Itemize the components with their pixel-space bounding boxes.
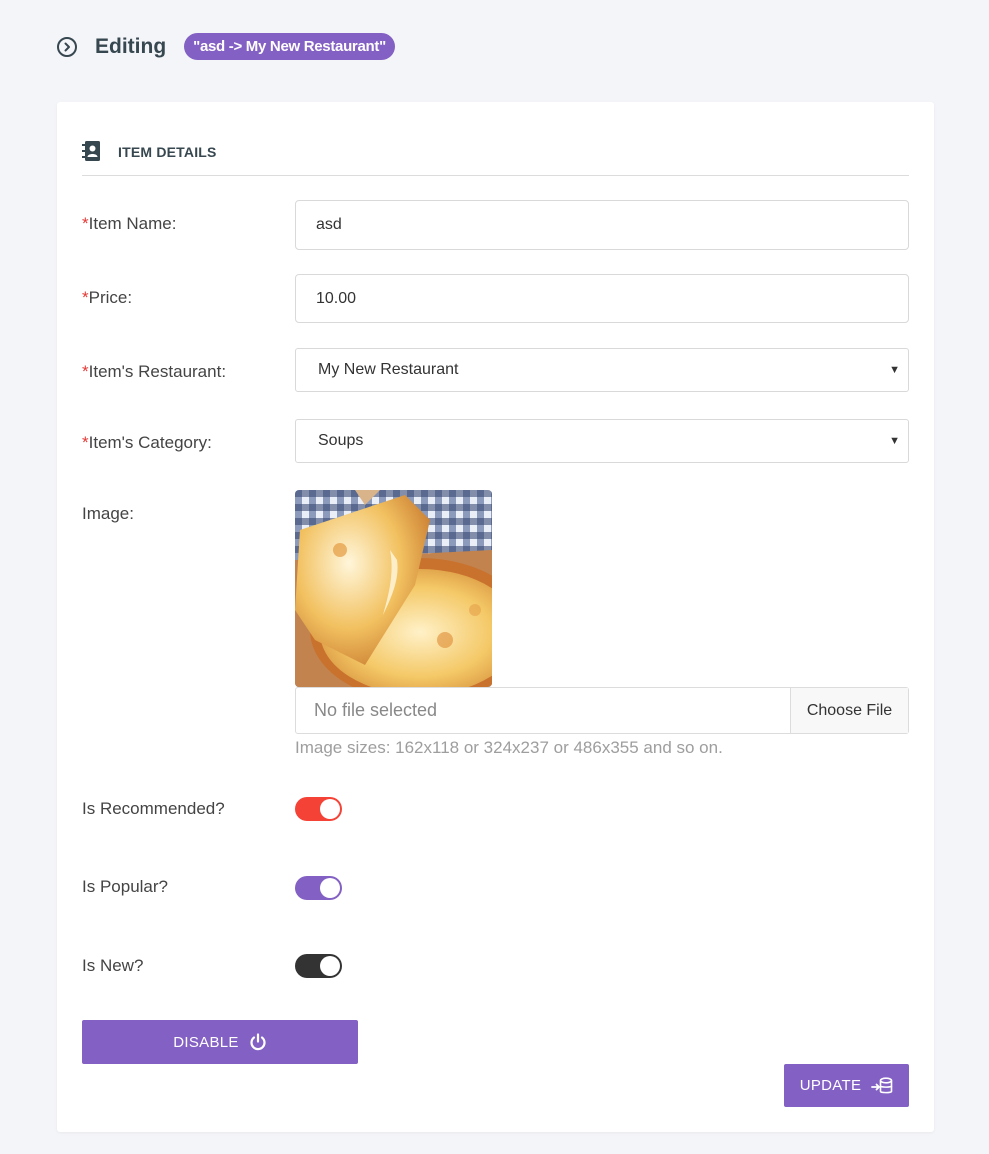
required-mark: * [82, 288, 89, 307]
popular-toggle[interactable] [295, 876, 342, 900]
toggle-knob [320, 878, 340, 898]
image-file-input[interactable]: No file selected Choose File [295, 687, 909, 734]
restaurant-label: *Item's Restaurant: [82, 362, 226, 382]
update-button[interactable]: UPDATE [784, 1064, 909, 1107]
price-input[interactable]: 10.00 [295, 274, 909, 323]
new-label: Is New? [82, 956, 144, 975]
category-label-text: Item's Category: [88, 433, 212, 452]
popular-label: Is Popular? [82, 877, 168, 896]
disable-button[interactable]: DISABLE [82, 1020, 358, 1064]
toggle-knob [320, 799, 340, 819]
section-title: ITEM DETAILS [118, 144, 217, 160]
file-status-text: No file selected [314, 700, 438, 720]
price-label: *Price: [82, 288, 132, 308]
disable-button-label: DISABLE [173, 1033, 239, 1051]
database-import-icon [871, 1076, 893, 1093]
required-mark: * [82, 214, 89, 233]
section-header: ITEM DETAILS [82, 140, 909, 176]
price-label-text: Price: [88, 288, 133, 307]
recommended-toggle[interactable] [295, 797, 342, 821]
image-size-hint: Image sizes: 162x118 or 324x237 or 486x3… [295, 738, 723, 757]
category-label: *Item's Category: [82, 433, 212, 453]
update-button-label: UPDATE [799, 1077, 862, 1094]
page-header: Editing "asd -> My New Restaurant" [57, 33, 395, 60]
choose-file-button[interactable]: Choose File [790, 688, 908, 733]
page-title: Editing [95, 34, 167, 58]
caret-down-icon: ▼ [889, 364, 900, 376]
chevron-right-circle-icon[interactable] [57, 36, 77, 57]
new-toggle[interactable] [295, 954, 342, 978]
toggle-knob [320, 956, 340, 976]
item-name-input[interactable]: asd [295, 200, 909, 250]
category-select-value: Soups [318, 432, 364, 449]
item-name-label: *Item Name: [82, 214, 176, 234]
restaurant-label-text: Item's Restaurant: [88, 362, 227, 381]
item-badge: "asd -> My New Restaurant" [184, 33, 395, 60]
item-details-card: ITEM DETAILS *Item Name: asd *Price: 10.… [57, 102, 934, 1132]
required-mark: * [82, 362, 89, 381]
caret-down-icon: ▼ [889, 435, 900, 447]
address-book-icon [82, 140, 102, 162]
item-image-preview [295, 490, 492, 687]
item-name-label-text: Item Name: [88, 214, 177, 233]
restaurant-select[interactable]: My New Restaurant ▼ [295, 348, 909, 392]
image-label: Image: [82, 504, 134, 523]
recommended-label: Is Recommended? [82, 799, 225, 818]
power-icon [250, 1033, 266, 1051]
restaurant-select-value: My New Restaurant [318, 361, 459, 378]
required-mark: * [82, 433, 89, 452]
category-select[interactable]: Soups ▼ [295, 419, 909, 463]
